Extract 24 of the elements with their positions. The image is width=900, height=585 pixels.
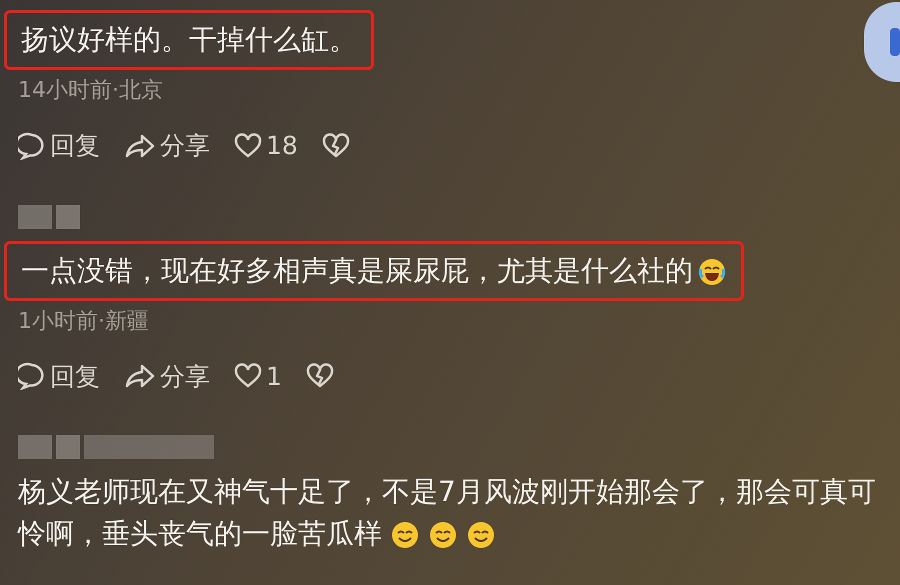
laughing-emoji-icon bbox=[697, 256, 727, 287]
smile-emoji-icon bbox=[428, 520, 458, 550]
dislike-button[interactable] bbox=[306, 363, 334, 390]
comment-text: 杨义老师现在又神气十足了，不是7月风波刚开始那会了，那会可真可怜啊，垂头丧气的一脸苦瓜样 bbox=[18, 474, 877, 552]
broken-heart-icon bbox=[306, 363, 334, 390]
comment-text: 扬议好样的。干掉什么缸。 bbox=[21, 22, 357, 58]
like-button[interactable]: 18 bbox=[234, 127, 298, 164]
reply-button[interactable]: 回复 bbox=[18, 127, 100, 164]
reply-button[interactable]: 回复 bbox=[18, 358, 100, 395]
comment-text: 一点没错，现在好多相声真是屎尿屁，尤其是什么社的 bbox=[21, 250, 727, 292]
heart-icon bbox=[234, 132, 262, 159]
comment-icon bbox=[18, 132, 46, 160]
smile-emoji-icon bbox=[390, 520, 420, 550]
like-button[interactable]: 1 bbox=[234, 358, 282, 395]
dislike-button[interactable] bbox=[322, 132, 350, 159]
share-button[interactable]: 分享 bbox=[124, 358, 210, 395]
comment-meta: 1小时前·新疆 bbox=[17, 308, 149, 336]
comment-icon bbox=[18, 362, 46, 390]
broken-heart-icon bbox=[322, 132, 350, 159]
heart-icon bbox=[234, 363, 262, 390]
share-button[interactable]: 分享 bbox=[124, 127, 210, 164]
share-icon bbox=[124, 362, 156, 390]
comment-meta: 14小时前·北京 bbox=[17, 77, 163, 105]
smile-emoji-icon bbox=[466, 520, 496, 550]
